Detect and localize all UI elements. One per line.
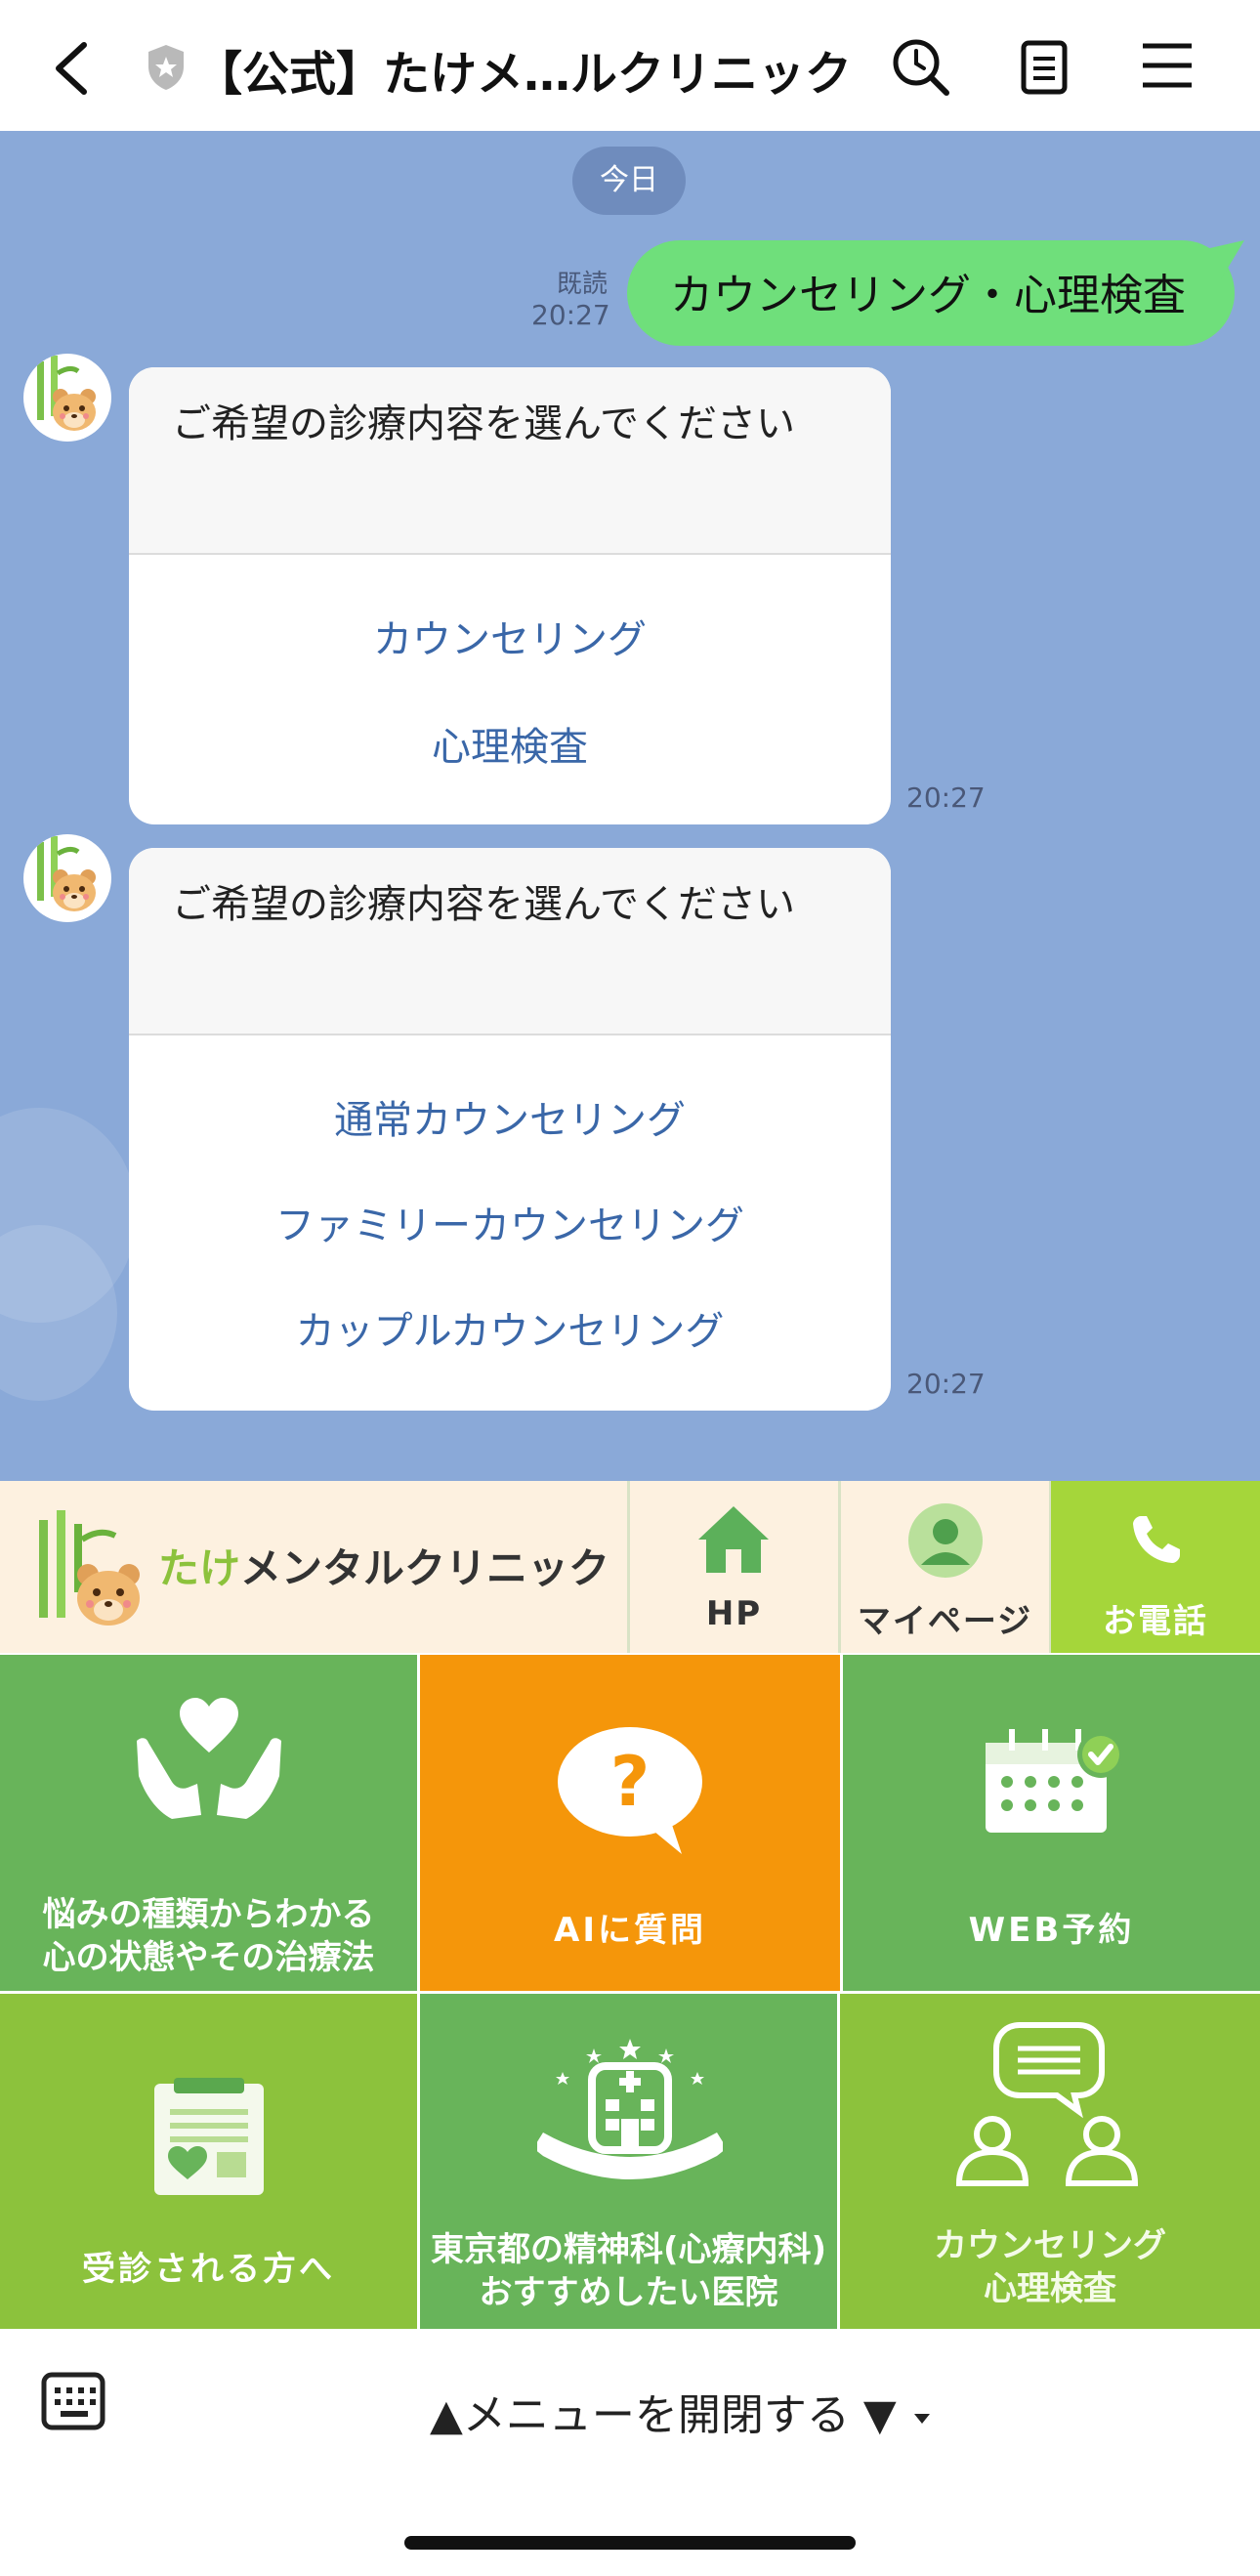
clipboard-icon bbox=[154, 2078, 264, 2195]
tile-counseling-psych-test[interactable]: カウンセリング 心理検査 bbox=[840, 1994, 1260, 2329]
hands-heart-icon bbox=[137, 1698, 281, 1819]
bot-avatar[interactable] bbox=[23, 834, 111, 922]
mypage-button[interactable]: マイページ bbox=[841, 1481, 1049, 1653]
notes-icon[interactable] bbox=[1020, 39, 1069, 96]
tile-label: AIに質問 bbox=[554, 1911, 706, 1950]
tile-first-visit[interactable]: 受診される方へ bbox=[0, 1994, 417, 2329]
tile-label: カウンセリング 心理検査 bbox=[934, 2226, 1166, 2308]
keyboard-icon[interactable] bbox=[41, 2372, 105, 2430]
tile-recommended-clinics[interactable]: 東京都の精神科(心療内科) おすすめしたい医院 bbox=[420, 1994, 837, 2329]
calendar-check-icon bbox=[986, 1729, 1124, 1833]
message-time: 20:27 bbox=[531, 299, 610, 331]
tile-label: 悩みの種類からわかる 心の状態やその治療法 bbox=[42, 1895, 375, 1977]
bot-avatar[interactable] bbox=[23, 354, 111, 442]
hospital-award-icon bbox=[537, 2039, 723, 2179]
brand-name: たけメンタルクリニック bbox=[158, 1536, 609, 1595]
card-header: ご希望の診療内容を選んでください bbox=[129, 848, 891, 1035]
card-prompt: ご希望の診療内容を選んでください bbox=[172, 882, 795, 927]
question-bubble-icon: ? bbox=[558, 1727, 702, 1854]
counseling-people-icon bbox=[955, 2022, 1139, 2186]
bamboo-bear-logo-icon bbox=[39, 1510, 140, 1626]
bubble-tail bbox=[1201, 240, 1244, 279]
header-bar: 【公式】たけメ…ルクリニック bbox=[0, 0, 1260, 131]
option-counseling[interactable]: カウンセリング bbox=[129, 608, 891, 664]
mypage-label: マイページ bbox=[857, 1602, 1033, 1641]
tile-label: 東京都の精神科(心療内科) おすすめしたい医院 bbox=[430, 2230, 827, 2312]
message-time: 20:27 bbox=[906, 781, 986, 814]
tile-web-reservation[interactable]: WEB予約 bbox=[843, 1655, 1260, 1991]
back-chevron-icon[interactable] bbox=[49, 39, 92, 98]
tile-label: WEB予約 bbox=[968, 1911, 1135, 1950]
date-separator: 今日 bbox=[572, 147, 686, 215]
home-icon bbox=[698, 1506, 769, 1573]
home-indicator[interactable] bbox=[404, 2536, 856, 2550]
phone-button[interactable]: お電話 bbox=[1051, 1481, 1260, 1653]
chat-title: 【公式】たけメ…ルクリニック bbox=[195, 47, 853, 102]
tile-symptom-guide[interactable]: 悩みの種類からわかる 心の状態やその治療法 bbox=[0, 1655, 417, 1991]
bot-message-card: ご希望の診療内容を選んでください 通常カウンセリング ファミリーカウンセリング … bbox=[129, 848, 891, 1411]
person-icon bbox=[908, 1503, 983, 1578]
brand-name-part2: メンタルクリニック bbox=[240, 1544, 610, 1592]
hp-button[interactable]: HP bbox=[630, 1481, 838, 1653]
option-regular-counseling[interactable]: 通常カウンセリング bbox=[129, 1088, 891, 1145]
phone-icon bbox=[1133, 1516, 1180, 1563]
phone-label: お電話 bbox=[1103, 1602, 1208, 1641]
message-time: 20:27 bbox=[906, 1368, 986, 1400]
tile-ai-question[interactable]: ? AIに質問 bbox=[420, 1655, 840, 1991]
bamboo-bear-logo-icon bbox=[37, 836, 96, 911]
bamboo-bear-logo-icon bbox=[37, 356, 96, 431]
card-header: ご希望の診療内容を選んでください bbox=[129, 367, 891, 555]
card-prompt: ご希望の診療内容を選んでください bbox=[172, 401, 795, 446]
brand-banner[interactable]: たけメンタルクリニック bbox=[0, 1481, 627, 1653]
verified-shield-icon bbox=[148, 45, 184, 90]
hamburger-menu-icon[interactable] bbox=[1141, 41, 1194, 90]
brand-name-part1: たけ bbox=[158, 1544, 241, 1592]
read-receipt: 既読 bbox=[557, 270, 609, 299]
caret-down-icon bbox=[913, 2414, 930, 2424]
option-family-counseling[interactable]: ファミリーカウンセリング bbox=[129, 1194, 891, 1250]
option-couple-counseling[interactable]: カップルカウンセリング bbox=[129, 1299, 891, 1356]
tile-label: 受診される方へ bbox=[82, 2250, 335, 2289]
hp-label: HP bbox=[705, 1594, 763, 1633]
menu-toggle-button[interactable]: ▲メニューを開閉する ▼ bbox=[430, 2380, 934, 2442]
outgoing-message-text: カウンセリング・心理検査 bbox=[670, 271, 1186, 320]
svg-text:?: ? bbox=[610, 1742, 651, 1822]
bot-message-card: ご希望の診療内容を選んでください カウンセリング 心理検査 bbox=[129, 367, 891, 824]
menu-toggle-label: ▲メニューを開閉する ▼ bbox=[430, 2390, 897, 2440]
search-icon[interactable] bbox=[891, 37, 951, 98]
option-psych-test[interactable]: 心理検査 bbox=[129, 715, 891, 772]
